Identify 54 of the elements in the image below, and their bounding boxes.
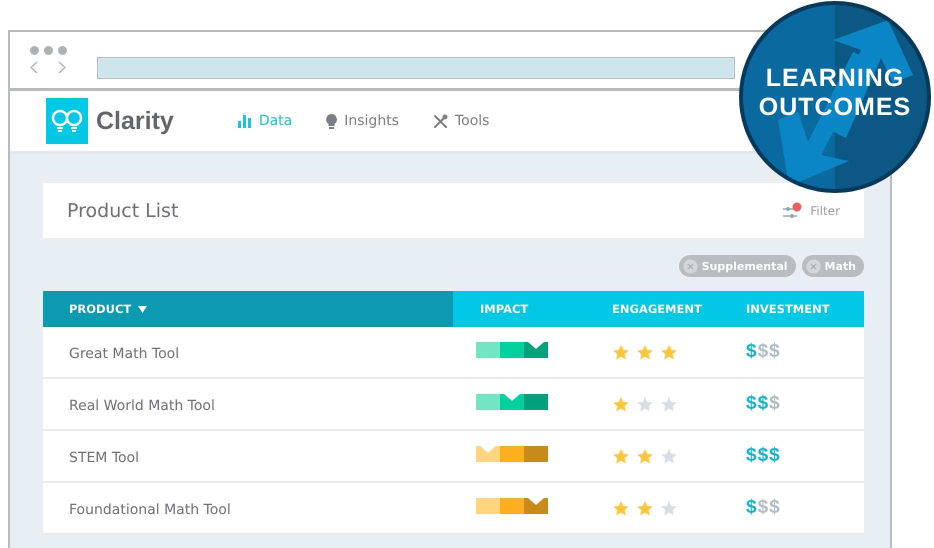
star-icon [636,448,654,464]
star-icon [660,448,678,464]
star-icon [636,500,654,516]
lightbulb-icon [326,114,338,128]
cost-sign: $ [746,445,757,467]
cost-sign: $ [769,497,780,519]
nav-tab[interactable]: Insights [326,113,399,129]
window-dot [30,46,39,55]
star-icon [636,396,654,412]
product-name: Great Math Tool [69,346,180,362]
panel-title: Product List [67,200,178,222]
column-header[interactable]: PRODUCT [43,291,453,327]
logo-icon [46,98,88,144]
column-header[interactable]: IMPACT [453,291,585,327]
star-icon [612,396,630,412]
column-header[interactable]: ENGAGEMENT [585,291,720,327]
star-icon [612,500,630,516]
filter-chip[interactable]: Math [802,255,864,277]
product-name: Real World Math Tool [69,398,215,414]
filter-button[interactable]: Filter [776,200,846,220]
star-icon [636,344,654,360]
star-icon [612,448,630,464]
star-icon [660,500,678,516]
star-icon [660,396,678,412]
forward-icon[interactable] [58,61,66,74]
cost-sign: $ [769,393,780,415]
cost-sign: $ [769,445,780,467]
window-dot [58,46,67,55]
nav-tab[interactable]: Data [238,113,292,129]
cost-sign: $ [746,393,757,415]
sort-down-icon [138,306,148,312]
badge-title: LEARNING OUTCOMES [758,64,912,122]
remove-icon[interactable] [682,258,698,274]
window-dot [44,46,53,55]
product-name: STEM Tool [69,450,140,466]
tools-icon [432,114,448,128]
nav-tab[interactable]: Tools [432,113,490,129]
star-icon [612,344,630,360]
app-name: Clarity [96,106,174,136]
remove-icon[interactable] [806,258,821,274]
back-icon[interactable] [30,61,38,74]
star-icon [660,344,678,360]
cost-sign: $ [758,341,768,363]
cost-sign: $ [758,393,768,415]
cost-sign: $ [758,445,768,467]
column-header[interactable]: INVESTMENT [720,291,863,327]
filter-chip[interactable]: Supplemental [678,255,796,277]
bar-chart-icon [238,114,252,128]
cost-sign: $ [746,341,757,363]
cost-sign: $ [758,497,768,519]
product-name: Foundational Math Tool [69,502,231,518]
cost-sign: $ [769,341,780,363]
address-bar[interactable] [97,57,735,79]
cost-sign: $ [746,497,757,519]
